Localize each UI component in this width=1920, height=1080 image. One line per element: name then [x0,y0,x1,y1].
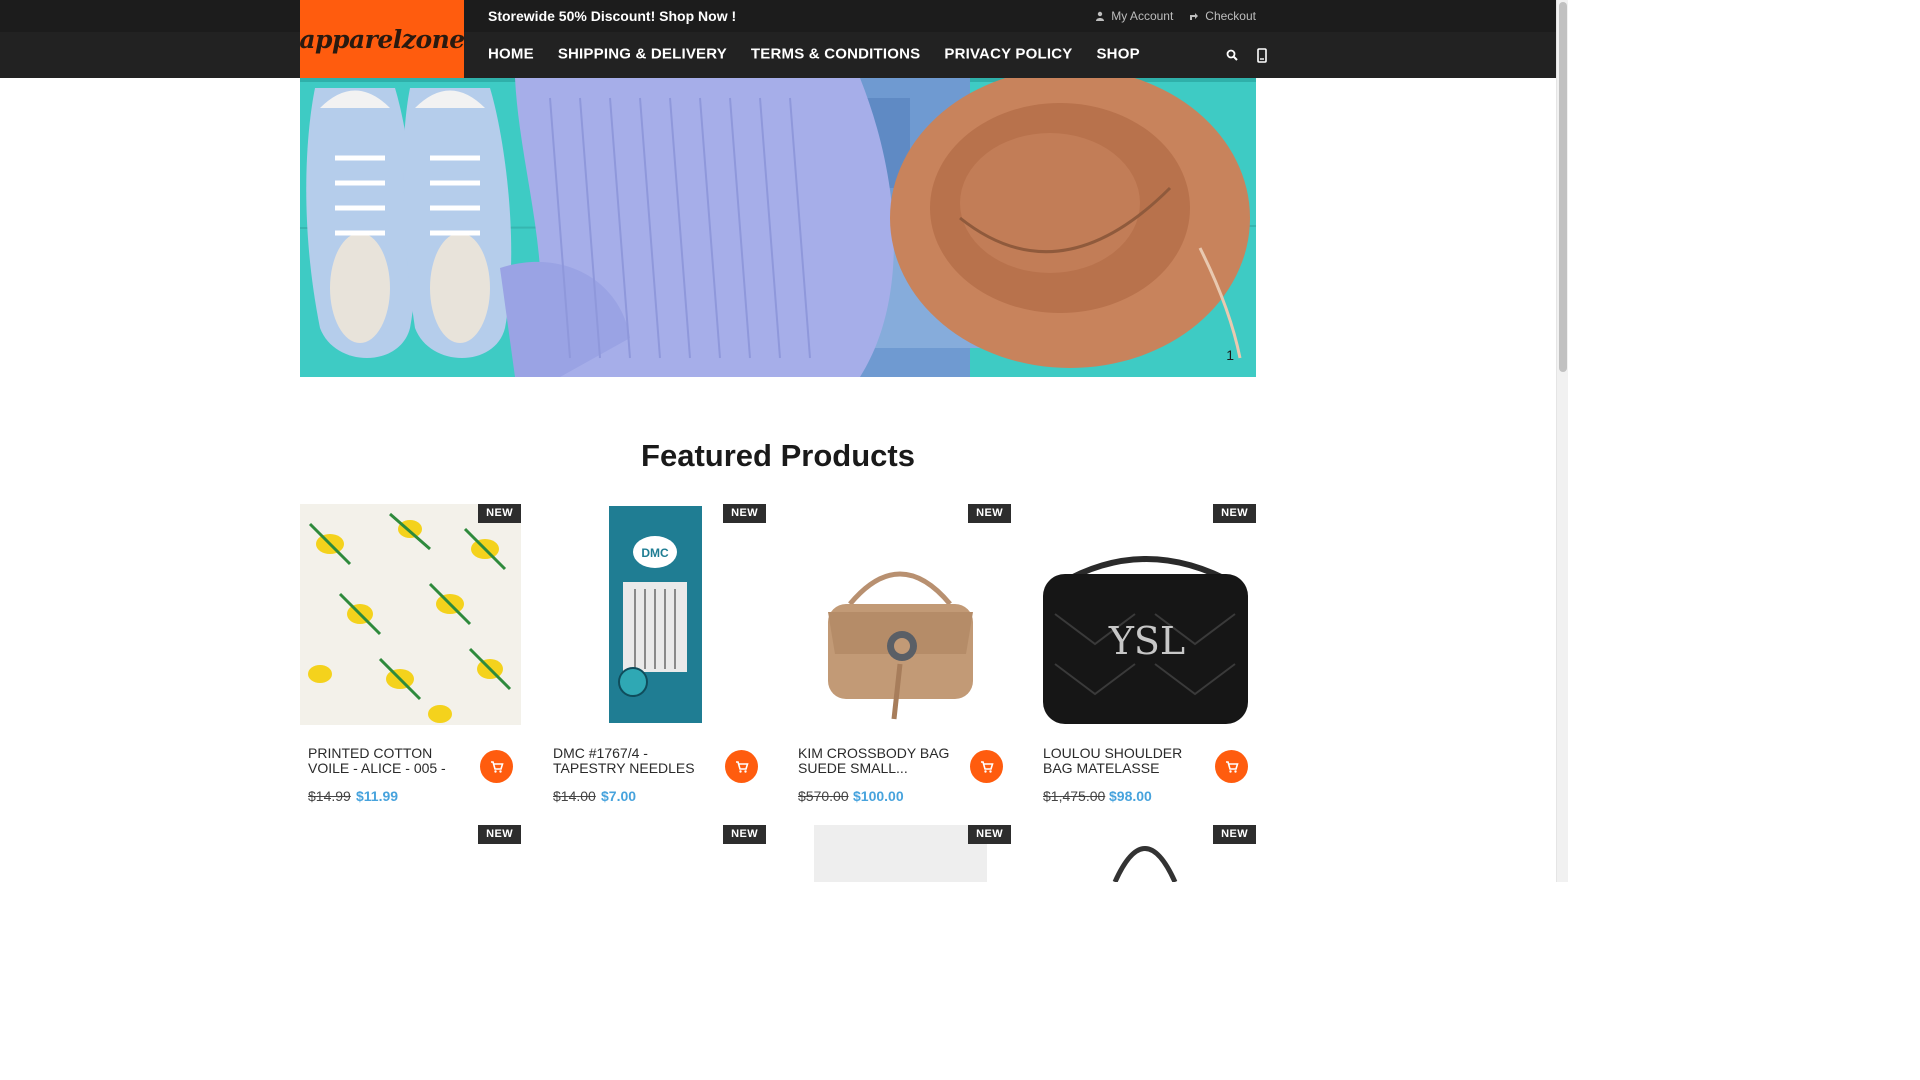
share-icon [1190,13,1199,20]
product-name[interactable]: KIM CROSSBODY BAG SUEDE SMALL... [798,746,960,776]
svg-text:YSL: YSL [1108,619,1185,663]
top-links: My Account Checkout [1095,9,1256,23]
page: Storewide 50% Discount! Shop Now ! My Ac… [0,0,1568,882]
product-name[interactable]: PRINTED COTTON VOILE - ALICE - 005 - WHI… [308,746,470,778]
add-to-cart-button[interactable] [725,750,758,783]
cart-icon [735,760,749,773]
scrollbar-thumb[interactable] [1559,2,1567,372]
user-icon[interactable] [1256,47,1268,63]
product-image[interactable]: YSL NEW [1035,504,1256,725]
new-badge: NEW [723,504,766,523]
product-image[interactable]: NEW [790,504,1011,725]
product-name[interactable]: DMC #1767/4 - TAPESTRY NEEDLES SIZE 18 [553,746,715,778]
nav-item-terms[interactable]: TERMS & CONDITIONS [751,46,920,63]
user-icon [1096,11,1105,21]
new-badge: NEW [478,504,521,523]
add-to-cart-button[interactable] [480,750,513,783]
svg-text:DMC: DMC [641,546,669,560]
sale-price: $100.00 [853,788,904,804]
main-nav: HOME SHIPPING & DELIVERY TERMS & CONDITI… [488,46,1140,63]
cart-icon [980,760,994,773]
original-price: $1,475.00 [1043,788,1106,804]
original-price: $14.99 [308,788,351,804]
sale-price: $11.99 [356,788,399,804]
product-image[interactable]: NEW [300,504,521,725]
original-price: $14.00 [553,788,596,804]
logo-text: apparelzone [299,24,465,54]
sale-price: $7.00 [601,788,637,804]
nav-item-home[interactable]: HOME [488,46,534,63]
product-image[interactable]: DMC NEW [545,504,766,725]
banner-image [300,78,1256,377]
my-account-link[interactable]: My Account [1095,9,1173,23]
site-logo[interactable]: apparelzone [299,0,465,78]
product-image[interactable]: NEW [300,825,521,882]
promo-text[interactable]: Storewide 50% Discount! Shop Now ! [488,8,736,24]
new-badge: NEW [1213,504,1256,523]
new-badge: NEW [968,825,1011,844]
cart-icon [490,760,504,773]
top-bar: Storewide 50% Discount! Shop Now ! My Ac… [0,0,1556,32]
new-badge: NEW [968,504,1011,523]
product-image[interactable]: NEW [1035,825,1256,882]
product-name[interactable]: LOULOU SHOULDER BAG MATELASSE CHEVRON... [1043,746,1205,778]
product-image[interactable]: NEW [790,825,1011,882]
my-account-label: My Account [1111,9,1174,23]
search-icon[interactable] [1226,47,1238,63]
page-scrollbar[interactable] [1556,0,1568,882]
add-to-cart-button[interactable] [1215,750,1248,783]
cart-icon [1225,760,1239,773]
add-to-cart-button[interactable] [970,750,1003,783]
new-badge: NEW [478,825,521,844]
slide-indicator[interactable]: 1 [1226,347,1234,363]
sale-price: $98.00 [1109,788,1152,804]
checkout-link[interactable]: Checkout [1189,9,1256,23]
new-badge: NEW [723,825,766,844]
original-price: $570.00 [798,788,849,804]
nav-item-shipping[interactable]: SHIPPING & DELIVERY [558,46,727,63]
nav-icons [1226,47,1268,63]
section-title: Featured Products [641,438,915,473]
new-badge: NEW [1213,825,1256,844]
product-image[interactable]: NEW [545,825,766,882]
nav-item-shop[interactable]: SHOP [1096,46,1139,63]
hero-banner[interactable]: 1 [300,78,1256,377]
checkout-label: Checkout [1205,9,1256,23]
nav-item-privacy[interactable]: PRIVACY POLICY [944,46,1072,63]
